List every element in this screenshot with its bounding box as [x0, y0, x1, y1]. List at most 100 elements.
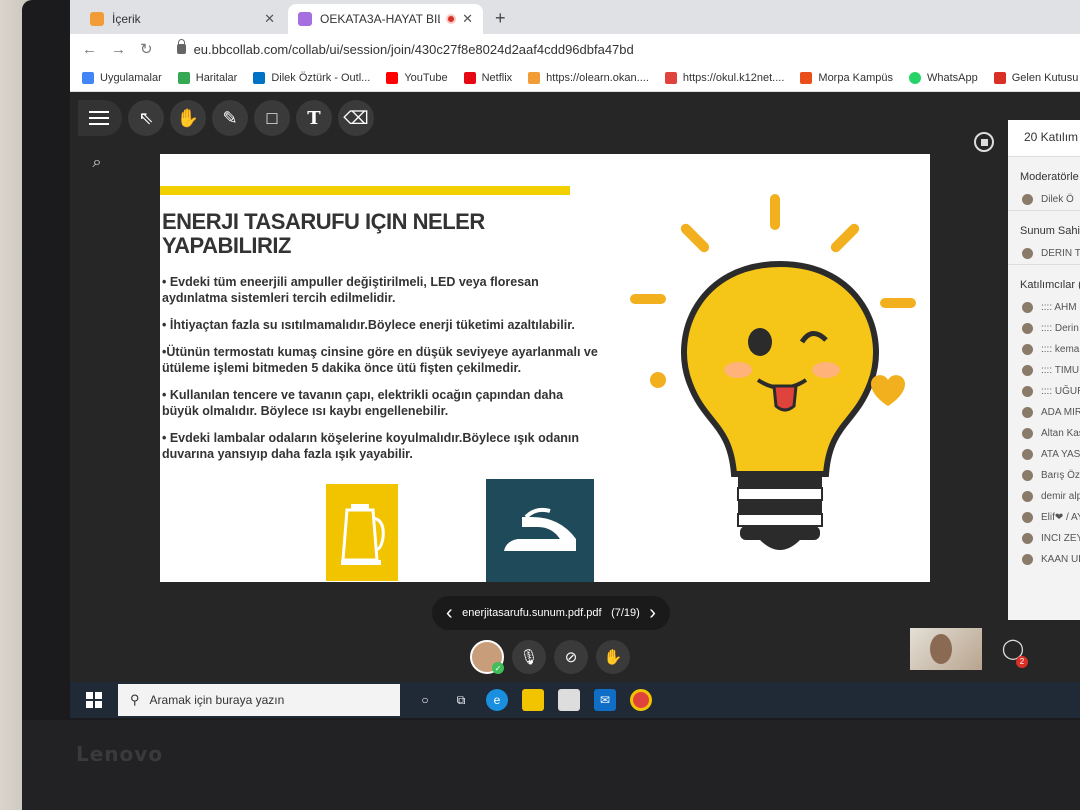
browser-tab-icerik[interactable]: İçerik ✕: [80, 4, 285, 34]
microphone-toggle[interactable]: 🎙: [512, 640, 546, 674]
bookmark-whatsapp[interactable]: WhatsApp: [909, 71, 978, 84]
bookmark-maps[interactable]: Haritalar: [177, 71, 237, 84]
morpa-icon: [800, 71, 813, 84]
hand-raise-icon: ✋: [603, 649, 623, 666]
pan-tool-button[interactable]: ✋: [170, 100, 206, 136]
bookmark-gmail[interactable]: Gelen Kutusu (46) - ...: [993, 71, 1080, 84]
avatar: [1022, 428, 1033, 439]
next-page-button[interactable]: ›: [649, 602, 656, 625]
participant-item[interactable]: :::: UĞUR: [1008, 381, 1080, 402]
participant-name: :::: Derin: [1041, 323, 1079, 334]
cortana-icon[interactable]: ○: [414, 689, 436, 711]
avatar: [1022, 302, 1033, 313]
forward-icon[interactable]: →: [111, 41, 126, 58]
bookmark-k12net[interactable]: https://okul.k12net....: [664, 71, 784, 84]
participant-item[interactable]: DERIN T: [1008, 243, 1080, 264]
participant-name: INCI ZEYN: [1041, 533, 1080, 544]
collab-session: ⇖ ✋ ✎ □ T ⌫ ⌕ ENERJI TASARUFU IÇIN NELER…: [70, 92, 1080, 718]
presenter-section-title: Sunum Sahip: [1008, 210, 1080, 243]
close-tab-icon[interactable]: ✕: [462, 11, 473, 27]
text-tool-button[interactable]: T: [296, 100, 332, 136]
pointer-icon: ⇖: [138, 107, 154, 128]
url-field[interactable]: eu.bbcollab.com/collab/ui/session/join/4…: [176, 39, 634, 57]
person-silhouette: [930, 634, 952, 664]
microphone-muted-icon: 🎙: [519, 649, 539, 666]
participant-item[interactable]: Altan Kas: [1008, 423, 1080, 444]
browser-tab-collab[interactable]: OEKATA3A-HAYAT BILGISI - ✕: [288, 4, 483, 34]
k12net-icon: [664, 71, 677, 84]
page-counter: (7/19): [611, 607, 640, 619]
select-tool-button[interactable]: ⇖: [128, 100, 164, 136]
moodle-icon: [90, 12, 104, 26]
back-icon[interactable]: ←: [82, 41, 97, 58]
shape-tool-button[interactable]: □: [254, 100, 290, 136]
reload-icon[interactable]: ↻: [140, 40, 153, 58]
bookmark-netflix[interactable]: Netflix: [463, 71, 512, 84]
checkmark-icon: ✓: [492, 662, 504, 674]
previous-page-button[interactable]: ‹: [446, 602, 453, 625]
file-explorer-icon[interactable]: [522, 689, 544, 711]
new-tab-button[interactable]: +: [495, 8, 506, 29]
lock-icon: [176, 39, 186, 54]
taskbar-search[interactable]: ⚲ Aramak için buraya yazın: [118, 684, 400, 716]
text-icon: T: [307, 107, 321, 129]
square-icon: □: [266, 107, 278, 128]
participant-item[interactable]: ADA MIRA: [1008, 402, 1080, 423]
avatar: [1022, 365, 1033, 376]
participants-panel: 20 Katılım Moderatörle Dilek Ö Sunum Sah…: [1008, 120, 1080, 620]
bookmark-morpa[interactable]: Morpa Kampüs: [800, 71, 893, 84]
tab-label: OEKATA3A-HAYAT BILGISI -: [320, 12, 440, 26]
participant-item[interactable]: :::: AHM: [1008, 297, 1080, 318]
participant-item[interactable]: KAAN ULU: [1008, 549, 1080, 570]
zoom-tool-button[interactable]: ⌕: [82, 148, 112, 178]
stop-sharing-button[interactable]: [974, 132, 994, 152]
pen-tool-button[interactable]: ✎: [212, 100, 248, 136]
participant-name: KAAN ULU: [1041, 554, 1080, 565]
bookmark-youtube[interactable]: YouTube: [386, 71, 448, 84]
participant-item[interactable]: Elif❤ / AY: [1008, 507, 1080, 528]
participant-item[interactable]: INCI ZEYN: [1008, 528, 1080, 549]
avatar: [1022, 533, 1033, 544]
participant-name: Barış Özg: [1041, 470, 1080, 481]
store-icon[interactable]: [558, 689, 580, 711]
laptop-screen: İçerik ✕ OEKATA3A-HAYAT BILGISI - ✕ + ← …: [70, 0, 1080, 718]
participant-item[interactable]: ATA YASA: [1008, 444, 1080, 465]
participant-name: demir alp: [1041, 491, 1080, 502]
netflix-icon: [463, 71, 476, 84]
task-view-icon[interactable]: ⧉: [450, 689, 472, 711]
bookmarks-bar: Uygulamalar Haritalar Dilek Öztürk - Out…: [70, 64, 1080, 92]
participant-item[interactable]: Dilek Ö: [1008, 189, 1080, 210]
avatar: [1022, 248, 1033, 259]
start-button[interactable]: [70, 682, 118, 718]
kettle-icon: [326, 484, 398, 581]
chat-notification-badge: 2: [1016, 656, 1028, 668]
mail-icon[interactable]: ✉: [594, 689, 616, 711]
gmail-icon: [993, 71, 1006, 84]
participant-video[interactable]: [910, 628, 982, 670]
participant-name: :::: kema: [1041, 344, 1080, 355]
iron-icon: [486, 479, 594, 582]
bookmark-outlook[interactable]: Dilek Öztürk - Outl...: [253, 71, 370, 84]
my-status-avatar[interactable]: ✓: [470, 640, 504, 674]
youtube-icon: [386, 71, 399, 84]
eraser-tool-button[interactable]: ⌫: [338, 100, 374, 136]
chrome-icon[interactable]: [630, 689, 652, 711]
bookmark-olearn[interactable]: https://olearn.okan....: [528, 71, 649, 84]
slide-accent-bar: [160, 186, 570, 195]
edge-icon[interactable]: e: [486, 689, 508, 711]
participant-item[interactable]: :::: TIMUI: [1008, 360, 1080, 381]
url-text: eu.bbcollab.com/collab/ui/session/join/4…: [193, 41, 634, 57]
bullet-item: •Ütünün termostatı kumaş cinsine göre en…: [162, 345, 598, 375]
address-bar: ← → ↻ eu.bbcollab.com/collab/ui/session/…: [70, 34, 1080, 64]
camera-toggle[interactable]: ⊘: [554, 640, 588, 674]
menu-button[interactable]: [78, 100, 122, 136]
avatar: [1022, 470, 1033, 481]
participant-item[interactable]: demir alp: [1008, 486, 1080, 507]
participant-item[interactable]: :::: kema: [1008, 339, 1080, 360]
close-tab-icon[interactable]: ✕: [264, 11, 275, 27]
avatar: [1022, 344, 1033, 355]
raise-hand-button[interactable]: ✋: [596, 640, 630, 674]
participant-item[interactable]: Barış Özg: [1008, 465, 1080, 486]
bookmark-apps[interactable]: Uygulamalar: [82, 71, 162, 84]
participant-item[interactable]: :::: Derin: [1008, 318, 1080, 339]
